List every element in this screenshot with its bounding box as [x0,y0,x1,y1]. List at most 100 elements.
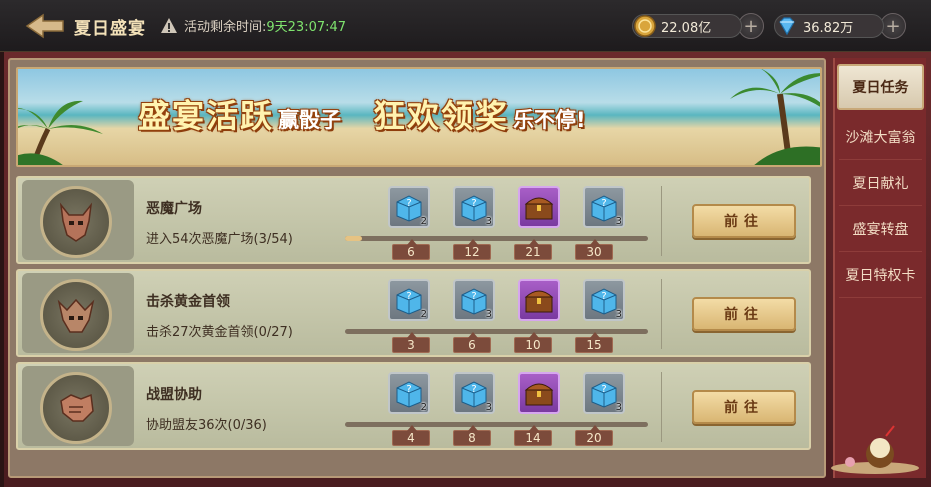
treasure-chest-reward[interactable] [518,372,560,414]
milestone-list: 4 8 14 20 [392,425,613,446]
side-tabs: 夏日任务 沙滩大富翁 夏日献礼 盛宴转盘 夏日特权卡 [831,58,926,478]
timer-value: 9天23:07:47 [266,20,347,35]
demon-helmet-icon [40,186,112,258]
banner-text-2: 赢骰子 [278,108,342,132]
milestone-marker: 10 [514,332,552,353]
task-name: 击杀黄金首领 [146,294,230,310]
milestone-marker: 20 [575,425,613,446]
treasure-chest-icon [518,372,560,414]
milestone-marker: 8 [453,425,491,446]
treasure-chest-reward[interactable] [518,186,560,228]
tab-summer-tasks[interactable]: 夏日任务 [837,64,924,110]
diamond-value: 36.82万 [803,20,854,36]
go-button[interactable]: 前往 [692,390,796,424]
reward-quantity: 3 [615,309,622,320]
milestone-list: 3 6 10 15 [392,332,613,353]
go-button[interactable]: 前往 [692,297,796,331]
milestone-list: 6 12 21 30 [392,239,613,260]
banner-text-4: 乐不停! [513,108,586,132]
gold-coin-icon [633,14,657,38]
reward-list: ? 2? 3? 3 [388,372,625,414]
reward-list: ? 2? 3? 3 [388,279,625,321]
task-row: 战盟协助 协助盟友36次(0/36) ? 2? 3? 3 4 8 14 20 前往 [16,362,811,450]
back-arrow-icon [25,13,64,39]
banner-text-1: 盛宴活跃 [138,97,275,135]
milestone-marker: 4 [392,425,430,446]
milestone-marker: 6 [392,239,430,260]
tab-feast-wheel[interactable]: 盛宴转盘 [839,206,922,252]
banner-text-3: 狂欢领奖 [373,97,510,135]
reward-quantity: 3 [485,309,492,320]
back-button[interactable] [22,10,68,42]
palm-tree-left-icon [18,100,103,165]
mystery-box-reward[interactable]: ? 2 [388,372,430,414]
task-name: 恶魔广场 [146,201,202,217]
svg-text:?: ? [406,198,411,209]
svg-text:?: ? [471,198,476,209]
milestone-marker: 12 [453,239,491,260]
reward-quantity: 2 [420,309,427,320]
task-desc: 击杀27次黄金首领(0/27) [146,325,293,340]
mystery-box-reward[interactable]: ? 3 [453,186,495,228]
svg-text:?: ? [471,384,476,395]
mystery-box-reward[interactable]: ? 2 [388,279,430,321]
treasure-chest-icon [518,279,560,321]
milestone-marker: 14 [514,425,552,446]
reward-quantity: 2 [420,216,427,227]
treasure-chest-reward[interactable] [518,279,560,321]
task-row: 恶魔广场 进入54次恶魔广场(3/54) ? 2? 3? 3 6 12 21 30 前往 [16,176,811,264]
go-button[interactable]: 前往 [692,204,796,238]
tab-summer-gift[interactable]: 夏日献礼 [839,160,922,206]
reward-quantity: 3 [485,402,492,413]
palm-tree-right-icon [730,69,820,165]
reward-quantity: 3 [615,402,622,413]
svg-text:?: ? [471,291,476,302]
coconut-drink-icon [831,425,919,474]
diamond-icon [775,14,799,38]
svg-text:?: ? [406,291,411,302]
milestone-marker: 21 [514,239,552,260]
milestone-marker: 3 [392,332,430,353]
progress-fill [345,236,362,241]
svg-text:?: ? [601,198,606,209]
tab-summer-privilege-card[interactable]: 夏日特权卡 [839,252,922,298]
reward-quantity: 3 [485,216,492,227]
progress-bar [345,236,648,241]
milestone-marker: 15 [575,332,613,353]
milestone-marker: 6 [453,332,491,353]
task-desc: 进入54次恶魔广场(3/54) [146,232,293,247]
event-banner: 盛宴活跃 赢骰子 狂欢领奖 乐不停! [16,67,822,167]
reward-list: ? 2? 3? 3 [388,186,625,228]
mystery-box-reward[interactable]: ? 3 [583,372,625,414]
reward-quantity: 2 [420,402,427,413]
svg-text:?: ? [406,384,411,395]
top-bar: 夏日盛宴 活动剩余时间: 9天23:07:47 22.08亿 + 36.82万 + [0,0,931,52]
banner-slogan: 盛宴活跃 赢骰子 狂欢领奖 乐不停! [138,91,586,137]
diamond-resource: 36.82万 + [774,12,906,40]
tab-beach-monopoly[interactable]: 沙滩大富翁 [839,114,922,160]
mystery-box-reward[interactable]: ? 3 [453,279,495,321]
svg-text:?: ? [601,384,606,395]
gold-resource: 22.08亿 + [632,12,764,40]
golden-boss-icon [40,279,112,351]
event-timer: 活动剩余时间: 9天23:07:47 [160,16,346,35]
warning-icon [160,17,178,35]
gold-value: 22.08亿 [661,20,712,36]
mystery-box-reward[interactable]: ? 2 [388,186,430,228]
treasure-chest-icon [518,186,560,228]
task-name: 战盟协助 [146,387,202,403]
progress-bar [345,329,648,334]
svg-text:?: ? [601,291,606,302]
handshake-icon [40,372,112,444]
task-list: 恶魔广场 进入54次恶魔广场(3/54) ? 2? 3? 3 6 12 21 30 前往 击… [16,176,811,455]
page-title: 夏日盛宴 [74,19,146,39]
milestone-marker: 30 [575,239,613,260]
task-desc: 协助盟友36次(0/36) [146,418,267,433]
mystery-box-reward[interactable]: ? 3 [583,186,625,228]
task-row: 击杀黄金首领 击杀27次黄金首领(0/27) ? 2? 3? 3 3 6 10 15 前往 [16,269,811,357]
timer-label: 活动剩余时间: [184,20,267,35]
reward-quantity: 3 [615,216,622,227]
mystery-box-reward[interactable]: ? 3 [583,279,625,321]
mystery-box-reward[interactable]: ? 3 [453,372,495,414]
progress-bar [345,422,648,427]
